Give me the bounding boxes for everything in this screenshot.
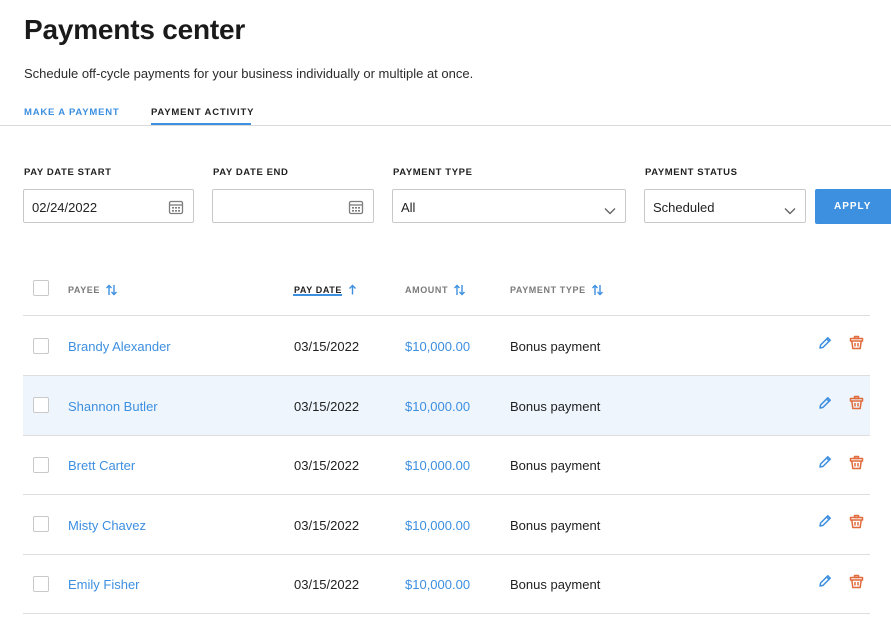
payee-link[interactable]: Misty Chavez — [68, 518, 146, 533]
edit-pencil-icon[interactable] — [818, 396, 832, 415]
sort-icon[interactable] — [453, 284, 466, 298]
pay-date-cell: 03/15/2022 — [294, 399, 360, 414]
apply-button[interactable]: APPLY — [815, 189, 891, 224]
column-header-payee[interactable]: PAYEE — [68, 284, 118, 298]
delete-trash-icon[interactable] — [849, 514, 864, 534]
column-header-amount[interactable]: AMOUNT — [405, 284, 466, 298]
pay-date-cell: 03/15/2022 — [294, 577, 360, 592]
delete-trash-icon[interactable] — [849, 455, 864, 475]
delete-trash-icon[interactable] — [849, 574, 864, 594]
edit-pencil-icon[interactable] — [818, 455, 832, 474]
row-checkbox[interactable] — [33, 516, 49, 532]
amount-cell: $10,000.00 — [405, 339, 471, 354]
row-checkbox[interactable] — [33, 397, 49, 413]
column-header-label: PAYEE — [68, 285, 101, 295]
delete-trash-icon[interactable] — [849, 335, 864, 355]
payment-type-value: All — [401, 200, 416, 215]
pay-date-start-input[interactable]: 02/24/2022 — [23, 189, 194, 223]
edit-pencil-icon[interactable] — [818, 574, 832, 593]
delete-trash-icon[interactable] — [849, 395, 864, 415]
chevron-down-icon — [604, 202, 616, 220]
pay-date-cell: 03/15/2022 — [294, 339, 360, 354]
edit-pencil-icon[interactable] — [818, 514, 832, 533]
payee-link[interactable]: Brandy Alexander — [68, 339, 171, 354]
sort-icon[interactable] — [591, 284, 604, 298]
calendar-icon[interactable] — [348, 199, 364, 220]
payment-status-label: PAYMENT STATUS — [645, 167, 738, 178]
tabs-divider — [0, 125, 891, 126]
tab-make-a-payment[interactable]: MAKE A PAYMENT — [24, 107, 119, 118]
payee-link[interactable]: Shannon Butler — [68, 399, 158, 414]
payee-link[interactable]: Brett Carter — [68, 458, 135, 473]
amount-cell: $10,000.00 — [405, 577, 471, 592]
pay-date-end-input[interactable] — [212, 189, 374, 223]
amount-cell: $10,000.00 — [405, 399, 471, 414]
pay-date-start-label: PAY DATE START — [24, 167, 112, 178]
table-divider — [23, 613, 870, 614]
amount-cell: $10,000.00 — [405, 458, 471, 473]
pay-date-start-value: 02/24/2022 — [32, 200, 98, 215]
sort-ascending-icon[interactable] — [348, 284, 357, 297]
payment-type-cell: Bonus payment — [510, 577, 601, 592]
page-title: Payments center — [24, 14, 246, 45]
edit-pencil-icon[interactable] — [818, 336, 832, 355]
payee-link[interactable]: Emily Fisher — [68, 577, 140, 592]
payment-type-cell: Bonus payment — [510, 458, 601, 473]
sort-icon[interactable] — [105, 284, 118, 298]
payment-status-select[interactable]: Scheduled — [644, 189, 806, 223]
row-checkbox[interactable] — [33, 338, 49, 354]
page-subtitle: Schedule off-cycle payments for your bus… — [24, 66, 474, 81]
column-header-label: PAYMENT TYPE — [510, 285, 586, 295]
payment-type-cell: Bonus payment — [510, 339, 601, 354]
select-all-checkbox[interactable] — [33, 280, 49, 296]
payment-type-label: PAYMENT TYPE — [393, 167, 473, 178]
pay-date-cell: 03/15/2022 — [294, 518, 360, 533]
payment-status-value: Scheduled — [653, 200, 715, 215]
row-checkbox[interactable] — [33, 457, 49, 473]
payment-type-select[interactable]: All — [392, 189, 626, 223]
sorted-column-indicator — [293, 294, 342, 296]
chevron-down-icon — [784, 202, 796, 220]
payment-type-cell: Bonus payment — [510, 518, 601, 533]
payment-type-cell: Bonus payment — [510, 399, 601, 414]
tab-payment-activity[interactable]: PAYMENT ACTIVITY — [151, 107, 254, 118]
pay-date-end-label: PAY DATE END — [213, 167, 289, 178]
pay-date-cell: 03/15/2022 — [294, 458, 360, 473]
row-checkbox[interactable] — [33, 576, 49, 592]
column-header-payment-type[interactable]: PAYMENT TYPE — [510, 284, 604, 298]
amount-cell: $10,000.00 — [405, 518, 471, 533]
calendar-icon[interactable] — [168, 199, 184, 220]
column-header-label: AMOUNT — [405, 285, 449, 295]
